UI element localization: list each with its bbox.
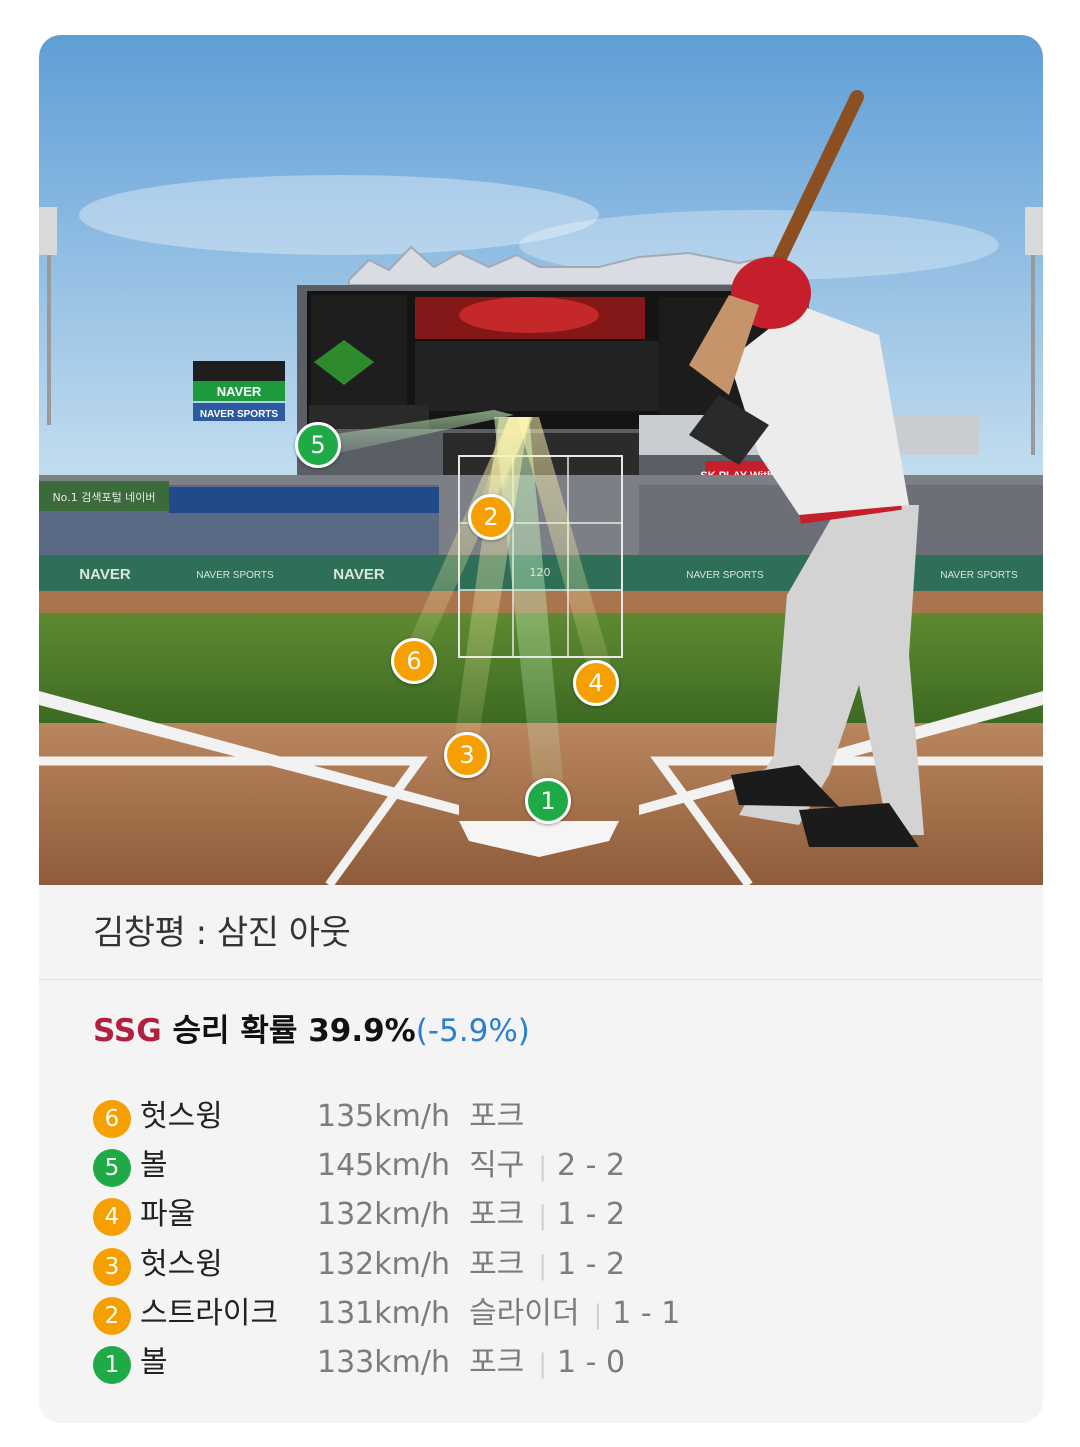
pitch-result: 파울 xyxy=(140,1197,196,1233)
pitch-count: 1 - 2 xyxy=(557,1197,626,1233)
pitch-type: 슬라이더 xyxy=(469,1295,580,1331)
team-name: SSG xyxy=(93,1013,162,1049)
pitch-row: 1 볼 133km/h 포크 | 1 - 0 xyxy=(93,1341,993,1390)
pitch-detail: 145km/h 직구 | 2 - 2 xyxy=(317,1144,625,1189)
pitch-marker-5[interactable]: 5 xyxy=(295,422,341,468)
divider: | xyxy=(538,1152,548,1183)
pitch-marker-1[interactable]: 1 xyxy=(525,778,571,824)
divider: | xyxy=(538,1348,548,1379)
pitch-result: 스트라이크 xyxy=(140,1295,278,1331)
pitch-marker-3[interactable]: 3 xyxy=(444,732,490,778)
pitch-result: 헛스윙 xyxy=(140,1099,223,1134)
naver-sports-sign: NAVER SPORTS xyxy=(200,409,278,420)
pitch-detail: 132km/h 포크 | 1 - 2 xyxy=(317,1193,625,1238)
divider: | xyxy=(538,1250,548,1281)
pitch-count: 1 - 0 xyxy=(557,1344,626,1380)
pitch-list: 6 헛스윙 135km/h 포크 5 볼 145km/h 직구 | 2 - 2 4 … xyxy=(93,1095,993,1390)
pitch-row: 4 파울 132km/h 포크 | 1 - 2 xyxy=(93,1193,993,1242)
pitch-speed: 132km/h xyxy=(317,1197,450,1233)
pitch-type: 포크 xyxy=(469,1197,525,1233)
pitch-marker-2[interactable]: 2 xyxy=(468,494,514,540)
pitch-speed: 132km/h xyxy=(317,1246,450,1282)
pitch-type: 포크 xyxy=(469,1344,525,1380)
pitch-type: 직구 xyxy=(469,1148,525,1184)
pitch-number-badge: 5 xyxy=(93,1149,131,1188)
wall-logo: NAVER SPORTS xyxy=(940,570,1018,581)
wall-logo: NAVER SPORTS xyxy=(686,570,764,581)
pitch-result: 헛스윙 xyxy=(140,1246,223,1282)
divider: | xyxy=(593,1299,603,1330)
pitch-row: 2 스트라이크 131km/h 슬라이더 | 1 - 1 xyxy=(93,1292,993,1341)
pitch-speed: 135km/h xyxy=(317,1099,450,1134)
pitch-result: 볼 xyxy=(140,1148,168,1184)
pitch-row: 6 헛스윙 135km/h 포크 xyxy=(93,1095,993,1144)
pitch-detail: 133km/h 포크 | 1 - 0 xyxy=(317,1341,625,1386)
divider: | xyxy=(538,1201,548,1232)
pitch-row: 5 볼 145km/h 직구 | 2 - 2 xyxy=(93,1144,993,1193)
result-bar: 김창평 : 삼진 아웃 xyxy=(39,885,1043,980)
win-probability-change: (-5.9%) xyxy=(415,1013,530,1049)
pitch-scene: NAVER NAVER SPORTS SK PLAY With No.1 검색포… xyxy=(39,35,1043,885)
pitch-type: 포크 xyxy=(469,1246,525,1282)
pitch-speed: 145km/h xyxy=(317,1148,450,1184)
pitch-count: 2 - 2 xyxy=(557,1148,626,1184)
pitch-card: NAVER NAVER SPORTS SK PLAY With No.1 검색포… xyxy=(39,35,1043,1423)
pitch-speed: 131km/h xyxy=(317,1295,450,1331)
win-probability-value: 39.9% xyxy=(308,1013,416,1049)
pitch-marker-6[interactable]: 6 xyxy=(391,638,437,684)
wall-logo: NAVER xyxy=(333,566,385,583)
pitch-number-badge: 6 xyxy=(93,1100,131,1138)
win-probability: SSG 승리 확률 39.9%(-5.9%) xyxy=(93,1005,530,1050)
pitch-number-badge: 1 xyxy=(93,1345,131,1384)
pitch-detail: 132km/h 포크 | 1 - 2 xyxy=(317,1243,625,1288)
pitch-result: 볼 xyxy=(140,1344,168,1380)
pitch-number-badge: 2 xyxy=(93,1296,131,1335)
pitch-detail: 135km/h 포크 xyxy=(317,1095,524,1139)
wall-logo: NAVER SPORTS xyxy=(196,570,274,581)
pitch-number-badge: 3 xyxy=(93,1247,131,1286)
at-bat-result: 김창평 : 삼진 아웃 xyxy=(93,913,351,953)
pitch-count: 1 - 1 xyxy=(612,1295,681,1331)
pitch-detail: 131km/h 슬라이더 | 1 - 1 xyxy=(317,1292,680,1337)
pitch-count: 1 - 2 xyxy=(557,1246,626,1282)
pitch-marker-4[interactable]: 4 xyxy=(573,660,619,706)
wall-logo: NAVER xyxy=(79,566,131,583)
pitch-type: 포크 xyxy=(469,1099,525,1134)
pitch-row: 3 헛스윙 132km/h 포크 | 1 - 2 xyxy=(93,1243,993,1292)
pitch-speed: 133km/h xyxy=(317,1344,450,1380)
stand-banner: No.1 검색포털 네이버 xyxy=(52,491,155,504)
naver-sign: NAVER xyxy=(217,384,262,399)
win-probability-label: 승리 확률 xyxy=(172,1013,298,1049)
pitch-number-badge: 4 xyxy=(93,1198,131,1237)
